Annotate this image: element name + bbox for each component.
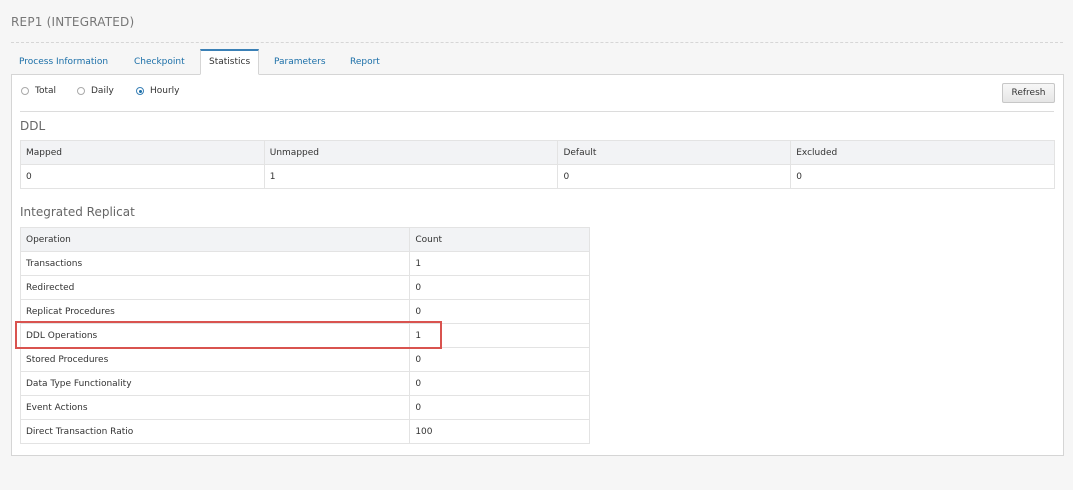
table-row-highlighted: DDL Operations 1 — [19, 323, 590, 348]
column-header-unmapped: Unmapped — [263, 140, 559, 165]
table-row: Redirected 0 — [19, 275, 590, 300]
radio-hourly-label: Hourly — [150, 86, 180, 96]
title-divider — [11, 42, 1063, 43]
radio-circle-icon[interactable] — [21, 87, 29, 95]
count-cell: 0 — [409, 275, 590, 300]
radio-total[interactable]: Total — [21, 86, 56, 96]
column-header-default: Default — [557, 140, 792, 165]
page-title: REP1 (INTEGRATED) — [11, 15, 135, 29]
radio-total-label: Total — [35, 86, 57, 96]
panel-divider — [20, 111, 1054, 112]
operation-cell: Direct Transaction Ratio — [19, 419, 411, 444]
radio-daily-label: Daily — [91, 86, 114, 96]
table-row: Stored Procedures 0 — [19, 347, 590, 372]
radio-hourly[interactable]: Hourly — [136, 86, 180, 96]
integrated-replicat-title: Integrated Replicat — [20, 205, 135, 219]
refresh-button[interactable]: Refresh — [1002, 83, 1055, 103]
radio-daily[interactable]: Daily — [77, 86, 114, 96]
operation-cell: Data Type Functionality — [19, 371, 411, 396]
count-cell: 0 — [409, 371, 590, 396]
count-cell: 0 — [409, 347, 590, 372]
ir-header-row: Operation Count — [19, 227, 590, 252]
operation-cell: Redirected — [19, 275, 411, 300]
count-cell: 0 — [409, 395, 590, 420]
table-row: Transactions 1 — [19, 251, 590, 276]
column-header-count: Count — [409, 227, 590, 252]
operation-cell: Event Actions — [19, 395, 411, 420]
tab-statistics[interactable]: Statistics — [200, 49, 260, 75]
tab-parameters[interactable]: Parameters — [266, 49, 334, 74]
column-header-mapped: Mapped — [20, 140, 265, 165]
tab-report[interactable]: Report — [342, 49, 388, 74]
count-cell: 0 — [409, 299, 590, 324]
table-row: Direct Transaction Ratio 100 — [19, 419, 590, 444]
radio-selected-icon[interactable] — [136, 87, 144, 95]
ddl-table: Mapped Unmapped Default Excluded 0 1 0 0 — [20, 140, 1055, 189]
operation-cell: Stored Procedures — [19, 347, 411, 372]
table-row: Event Actions 0 — [19, 395, 590, 420]
radio-circle-icon[interactable] — [77, 87, 85, 95]
ddl-section-title: DDL — [20, 119, 46, 133]
count-cell: 1 — [409, 323, 590, 348]
ddl-excluded-value: 0 — [790, 164, 1055, 189]
operation-cell: Transactions — [19, 251, 411, 276]
tab-process-information[interactable]: Process Information — [11, 49, 116, 74]
ddl-unmapped-value: 1 — [263, 164, 559, 189]
ddl-default-value: 0 — [557, 164, 792, 189]
count-cell: 1 — [409, 251, 590, 276]
operation-cell: DDL Operations — [19, 323, 411, 348]
ddl-mapped-value: 0 — [20, 164, 265, 189]
column-header-operation: Operation — [19, 227, 411, 252]
tab-checkpoint[interactable]: Checkpoint — [126, 49, 193, 74]
count-cell: 100 — [409, 419, 590, 444]
table-row: 0 1 0 0 — [20, 164, 1055, 189]
table-row: Replicat Procedures 0 — [19, 299, 590, 324]
operation-cell: Replicat Procedures — [19, 299, 411, 324]
integrated-replicat-table: Operation Count Transactions 1 Redirecte… — [19, 227, 590, 444]
ddl-header-row: Mapped Unmapped Default Excluded — [20, 140, 1055, 165]
table-row: Data Type Functionality 0 — [19, 371, 590, 396]
column-header-excluded: Excluded — [790, 140, 1055, 165]
statistics-panel: Total Daily Hourly Refresh DDL Mapped Un… — [11, 74, 1064, 456]
